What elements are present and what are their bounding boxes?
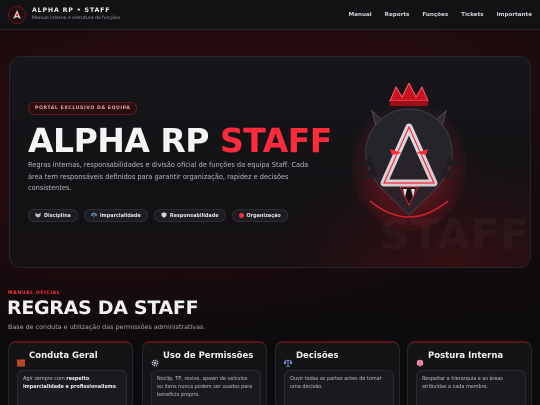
hero-title-main: ALPHA RP [28,121,210,160]
card-body: Respeitar a hierarquia e as áreas atribu… [416,370,526,405]
nav-link-importante[interactable]: Importante [497,12,532,18]
card-text: , [89,376,91,382]
nav-link-funcoes[interactable]: Funções [422,12,448,18]
chip-disciplina[interactable]: Disciplina [28,209,78,222]
rule-card-decisoes[interactable]: Decisões Ouvir todas as partes antes de … [275,341,400,405]
chip-organizacao[interactable]: Organização [231,209,288,222]
nav-link-reports[interactable]: Reports [385,12,410,18]
rule-card-postura-interna[interactable]: Postura Interna Respeitar a hierarquia e… [407,341,532,405]
nav-links: Manual Reports Funções Tickets Important… [349,12,532,18]
section-kicker: MANUAL OFICIAL [8,291,61,296]
card-body: Noclip, TP, revive, spawn de veículos ou… [151,370,261,405]
hero-watermark: STAFF [379,210,530,259]
card-header: Conduta Geral [17,351,98,367]
chip-label: Disciplina [44,212,71,219]
card-title: Decisões [296,351,339,361]
rule-card-conduta-geral[interactable]: Conduta Geral Agir sempre com respeito, … [8,341,133,405]
hero-badge: PORTAL EXCLUSIVO DA EQUIPA [28,102,138,115]
hero-title-accent: STAFF [220,121,332,160]
chip-imparcialidade[interactable]: Imparcialidade [83,209,148,222]
brand-title: ALPHA RP • STAFF [32,6,111,14]
wolf-logo-icon[interactable] [8,5,26,24]
nav-link-manual[interactable]: Manual [349,12,372,18]
card-body: Agir sempre com respeito, imparcialidade… [17,370,127,405]
card-text-bold: imparcialidade e profissionalismo [23,384,116,390]
value-chips: Disciplina Imparcialidade Responsabilida… [28,209,288,222]
wolf-icon [35,212,41,220]
gear-icon [151,352,159,367]
chip-label: Imparcialidade [99,212,141,219]
card-text-bold: respeito [66,376,90,382]
wolf-crown-emblem-icon [351,83,467,231]
red-dot-icon [238,213,244,218]
hero-panel: STAFF PORTAL EXCLUSIVO DA EQUIPA ALPHA R… [9,56,531,268]
rule-card-uso-permissoes[interactable]: Uso de Permissões Noclip, TP, revive, sp… [142,341,267,405]
card-body: Ouvir todas as partes antes de tomar uma… [284,370,394,405]
section-subtitle: Base de conduta e utilização das permiss… [8,323,206,331]
scales-icon [283,352,293,367]
card-title: Uso de Permissões [163,351,254,361]
scales-icon [90,212,97,220]
card-text: Agir sempre com [23,376,67,382]
chip-label: Organização [246,212,281,219]
brand: ALPHA RP • STAFF Manual interno e estrut… [32,6,121,22]
brand-subtitle: Manual interno e estrutura de funções [32,15,121,21]
nav-link-tickets[interactable]: Tickets [461,12,483,18]
hero-description: Regras internas, responsabilidades e div… [28,161,309,192]
card-header: Uso de Permissões [151,351,254,367]
card-header: Decisões [283,351,339,367]
card-text: . [115,384,118,390]
chip-responsabilidade[interactable]: Responsabilidade [153,209,226,222]
section-title: REGRAS DA STAFF [7,297,199,319]
brain-icon [416,352,424,367]
top-navbar: ALPHA RP • STAFF Manual interno e estrut… [0,0,540,30]
hero-title: ALPHA RP STAFF [28,121,332,160]
card-title: Conduta Geral [29,351,98,361]
chip-label: Responsabilidade [169,212,219,219]
card-title: Postura Interna [428,351,504,361]
brick-icon [17,352,25,367]
shield-icon [161,211,167,220]
card-header: Postura Interna [416,351,504,367]
